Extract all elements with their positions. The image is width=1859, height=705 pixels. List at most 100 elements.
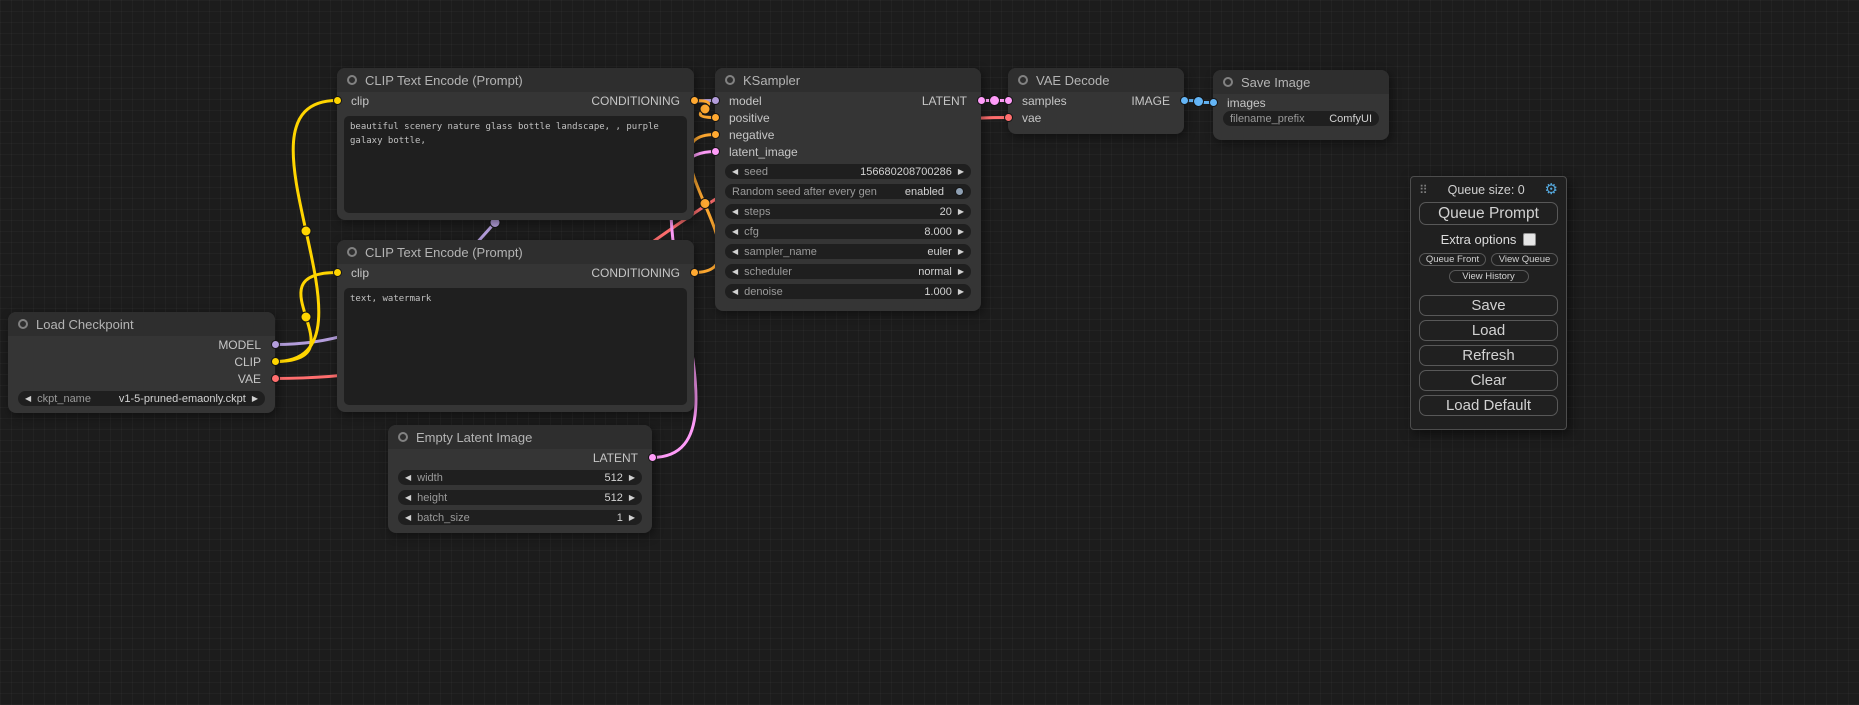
- widget-height[interactable]: ◀ height 512 ▶: [398, 490, 642, 505]
- node-title: Load Checkpoint: [36, 317, 134, 332]
- input-label: vae: [1022, 111, 1041, 125]
- node-title-bar[interactable]: Save Image: [1213, 70, 1389, 94]
- widget-scheduler[interactable]: ◀ scheduler normal ▶: [725, 264, 971, 279]
- queue-front-button[interactable]: Queue Front: [1419, 253, 1486, 266]
- node-clip-text-encode-positive[interactable]: CLIP Text Encode (Prompt) clip CONDITION…: [337, 68, 694, 220]
- widget-sampler-name[interactable]: ◀ sampler_name euler ▶: [725, 244, 971, 259]
- view-queue-button[interactable]: View Queue: [1491, 253, 1558, 266]
- prev-value-icon[interactable]: ◀: [732, 268, 738, 276]
- increment-icon[interactable]: ▶: [958, 288, 964, 296]
- slot-row: model LATENT: [715, 92, 981, 109]
- widget-steps[interactable]: ◀ steps 20 ▶: [725, 204, 971, 219]
- extra-options-checkbox[interactable]: [1523, 233, 1536, 246]
- queue-prompt-button[interactable]: Queue Prompt: [1419, 202, 1558, 225]
- graph-canvas[interactable]: Load Checkpoint MODEL CLIP VAE ◀ ckpt_na…: [0, 0, 1859, 705]
- slot-row: clip CONDITIONING: [337, 92, 694, 109]
- input-slot-model[interactable]: [711, 96, 720, 105]
- prompt-textarea[interactable]: text, watermark: [344, 288, 687, 405]
- widget-random-seed-toggle[interactable]: Random seed after every gen enabled: [725, 184, 971, 199]
- widget-width[interactable]: ◀ width 512 ▶: [398, 470, 642, 485]
- input-label: clip: [351, 94, 369, 108]
- widget-cfg[interactable]: ◀ cfg 8.000 ▶: [725, 224, 971, 239]
- node-title-bar[interactable]: CLIP Text Encode (Prompt): [337, 68, 694, 92]
- widget-filename-prefix[interactable]: filename_prefix ComfyUI: [1223, 111, 1379, 126]
- collapse-icon[interactable]: [347, 75, 357, 85]
- settings-gear-icon[interactable]: ⚙: [1545, 182, 1558, 197]
- input-slot-samples[interactable]: [1004, 96, 1013, 105]
- prev-value-icon[interactable]: ◀: [25, 395, 31, 403]
- decrement-icon[interactable]: ◀: [732, 208, 738, 216]
- increment-icon[interactable]: ▶: [629, 474, 635, 482]
- decrement-icon[interactable]: ◀: [732, 228, 738, 236]
- slot-row: latent_image: [715, 143, 981, 160]
- slot-row: MODEL: [8, 336, 275, 353]
- node-title-bar[interactable]: KSampler: [715, 68, 981, 92]
- increment-icon[interactable]: ▶: [629, 514, 635, 522]
- widget-batch-size[interactable]: ◀ batch_size 1 ▶: [398, 510, 642, 525]
- input-slot-negative[interactable]: [711, 130, 720, 139]
- output-slot-vae[interactable]: [271, 374, 280, 383]
- output-slot-latent[interactable]: [977, 96, 986, 105]
- node-title-bar[interactable]: Load Checkpoint: [8, 312, 275, 336]
- node-load-checkpoint[interactable]: Load Checkpoint MODEL CLIP VAE ◀ ckpt_na…: [8, 312, 275, 413]
- prev-value-icon[interactable]: ◀: [732, 248, 738, 256]
- increment-icon[interactable]: ▶: [958, 228, 964, 236]
- node-clip-text-encode-negative[interactable]: CLIP Text Encode (Prompt) clip CONDITION…: [337, 240, 694, 412]
- next-value-icon[interactable]: ▶: [252, 395, 258, 403]
- output-label: MODEL: [218, 338, 261, 352]
- input-slot-clip[interactable]: [333, 96, 342, 105]
- widget-seed[interactable]: ◀ seed 156680208700286 ▶: [725, 164, 971, 179]
- drag-handle-icon[interactable]: ⠿: [1419, 183, 1428, 197]
- decrement-icon[interactable]: ◀: [405, 494, 411, 502]
- load-button[interactable]: Load: [1419, 320, 1558, 341]
- view-history-button[interactable]: View History: [1449, 270, 1529, 283]
- extra-options-label: Extra options: [1441, 232, 1517, 247]
- output-slot-conditioning[interactable]: [690, 268, 699, 277]
- widget-ckpt-name[interactable]: ◀ ckpt_name v1-5-pruned-emaonly.ckpt ▶: [18, 391, 265, 406]
- input-slot-positive[interactable]: [711, 113, 720, 122]
- input-label: positive: [729, 111, 770, 125]
- refresh-button[interactable]: Refresh: [1419, 345, 1558, 366]
- next-value-icon[interactable]: ▶: [958, 268, 964, 276]
- output-slot-image[interactable]: [1180, 96, 1189, 105]
- collapse-icon[interactable]: [347, 247, 357, 257]
- node-title-bar[interactable]: CLIP Text Encode (Prompt): [337, 240, 694, 264]
- increment-icon[interactable]: ▶: [958, 168, 964, 176]
- input-slot-images[interactable]: [1209, 98, 1218, 107]
- node-title-bar[interactable]: Empty Latent Image: [388, 425, 652, 449]
- input-slot-clip[interactable]: [333, 268, 342, 277]
- decrement-icon[interactable]: ◀: [405, 474, 411, 482]
- node-vae-decode[interactable]: VAE Decode samples IMAGE vae: [1008, 68, 1184, 134]
- widget-denoise[interactable]: ◀ denoise 1.000 ▶: [725, 284, 971, 299]
- input-label: latent_image: [729, 145, 798, 159]
- increment-icon[interactable]: ▶: [958, 208, 964, 216]
- collapse-icon[interactable]: [1223, 77, 1233, 87]
- collapse-icon[interactable]: [18, 319, 28, 329]
- collapse-icon[interactable]: [725, 75, 735, 85]
- input-slot-latent-image[interactable]: [711, 147, 720, 156]
- collapse-icon[interactable]: [398, 432, 408, 442]
- node-title: KSampler: [743, 73, 800, 88]
- input-slot-vae[interactable]: [1004, 113, 1013, 122]
- decrement-icon[interactable]: ◀: [405, 514, 411, 522]
- node-empty-latent-image[interactable]: Empty Latent Image LATENT ◀ width 512 ▶ …: [388, 425, 652, 533]
- next-value-icon[interactable]: ▶: [958, 248, 964, 256]
- increment-icon[interactable]: ▶: [629, 494, 635, 502]
- output-slot-model[interactable]: [271, 340, 280, 349]
- slot-row: positive: [715, 109, 981, 126]
- node-title-bar[interactable]: VAE Decode: [1008, 68, 1184, 92]
- queue-size-label: Queue size: 0: [1448, 183, 1525, 197]
- node-ksampler[interactable]: KSampler model LATENT positive negative …: [715, 68, 981, 311]
- decrement-icon[interactable]: ◀: [732, 288, 738, 296]
- load-default-button[interactable]: Load Default: [1419, 395, 1558, 416]
- decrement-icon[interactable]: ◀: [732, 168, 738, 176]
- clear-button[interactable]: Clear: [1419, 370, 1558, 391]
- output-slot-clip[interactable]: [271, 357, 280, 366]
- node-save-image[interactable]: Save Image images filename_prefix ComfyU…: [1213, 70, 1389, 140]
- output-slot-conditioning[interactable]: [690, 96, 699, 105]
- toggle-on-icon[interactable]: [955, 187, 964, 196]
- output-slot-latent[interactable]: [648, 453, 657, 462]
- save-button[interactable]: Save: [1419, 295, 1558, 316]
- collapse-icon[interactable]: [1018, 75, 1028, 85]
- prompt-textarea[interactable]: beautiful scenery nature glass bottle la…: [344, 116, 687, 213]
